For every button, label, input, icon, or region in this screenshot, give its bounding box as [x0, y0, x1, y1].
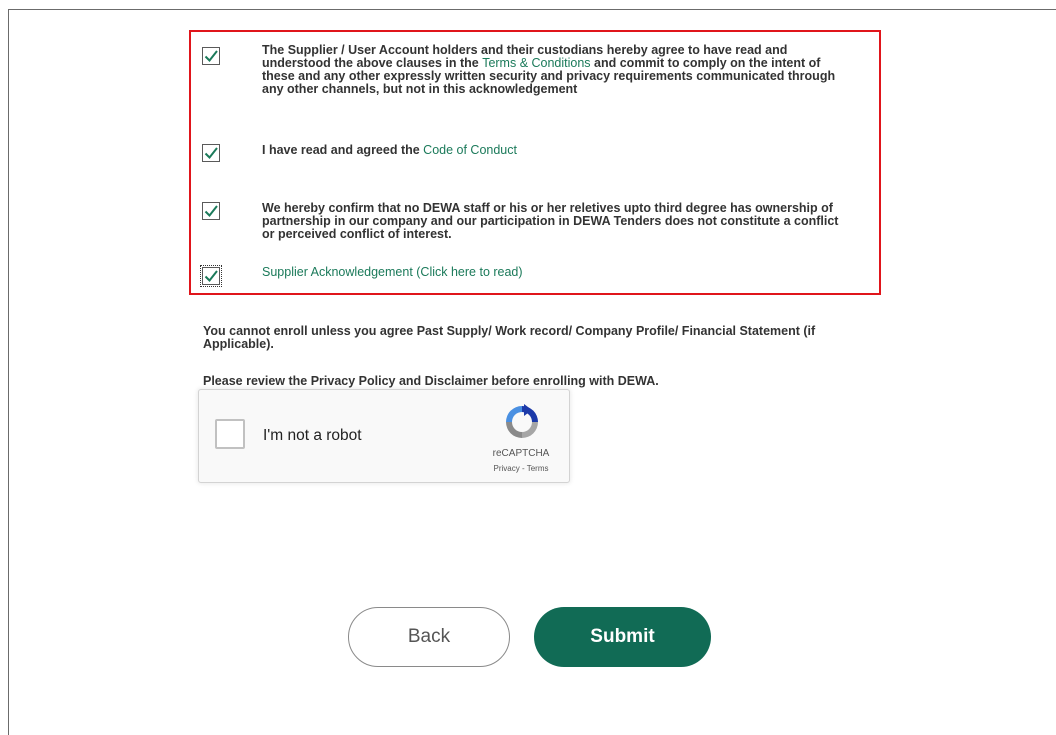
supplier-acknowledgement-checkbox[interactable] — [200, 265, 222, 287]
recaptcha-privacy-terms[interactable]: Privacy - Terms — [479, 464, 563, 473]
code-of-conduct-checkbox[interactable] — [202, 144, 220, 162]
privacy-notice: Please review the Privacy Policy and Dis… — [203, 374, 659, 388]
recaptcha-checkbox[interactable] — [215, 419, 245, 449]
conflict-text: We hereby confirm that no DEWA staff or … — [262, 201, 839, 241]
frame-left-border — [8, 9, 9, 735]
checkmark-icon — [204, 147, 218, 160]
conflict-checkbox[interactable] — [202, 202, 220, 220]
checkmark-icon — [204, 50, 218, 63]
recaptcha-label: I'm not a robot — [263, 427, 362, 444]
enroll-notice: You cannot enroll unless you agree Past … — [203, 324, 816, 351]
code-of-conduct-text: I have read and agreed the Code of Condu… — [262, 143, 517, 157]
code-of-conduct-link[interactable]: Code of Conduct — [423, 143, 517, 157]
submit-button[interactable]: Submit — [534, 607, 711, 667]
terms-conditions-link[interactable]: Terms & Conditions — [482, 56, 590, 70]
frame-top-border — [8, 9, 1056, 10]
back-button[interactable]: Back — [348, 607, 510, 667]
acknowledgement-panel: The Supplier / User Account holders and … — [189, 30, 881, 295]
supplier-acknowledgement-link[interactable]: Supplier Acknowledgement (Click here to … — [262, 265, 523, 279]
terms-text: The Supplier / User Account holders and … — [262, 43, 836, 96]
terms-checkbox[interactable] — [202, 47, 220, 65]
checkmark-icon — [204, 270, 218, 283]
supplier-acknowledgement-text: Supplier Acknowledgement (Click here to … — [262, 266, 842, 279]
recaptcha-logo-icon — [506, 404, 538, 438]
recaptcha-widget: I'm not a robot reCAPTCHA Privacy - Term… — [198, 389, 570, 483]
checkmark-icon — [204, 205, 218, 218]
recaptcha-brand: reCAPTCHA — [492, 448, 550, 459]
